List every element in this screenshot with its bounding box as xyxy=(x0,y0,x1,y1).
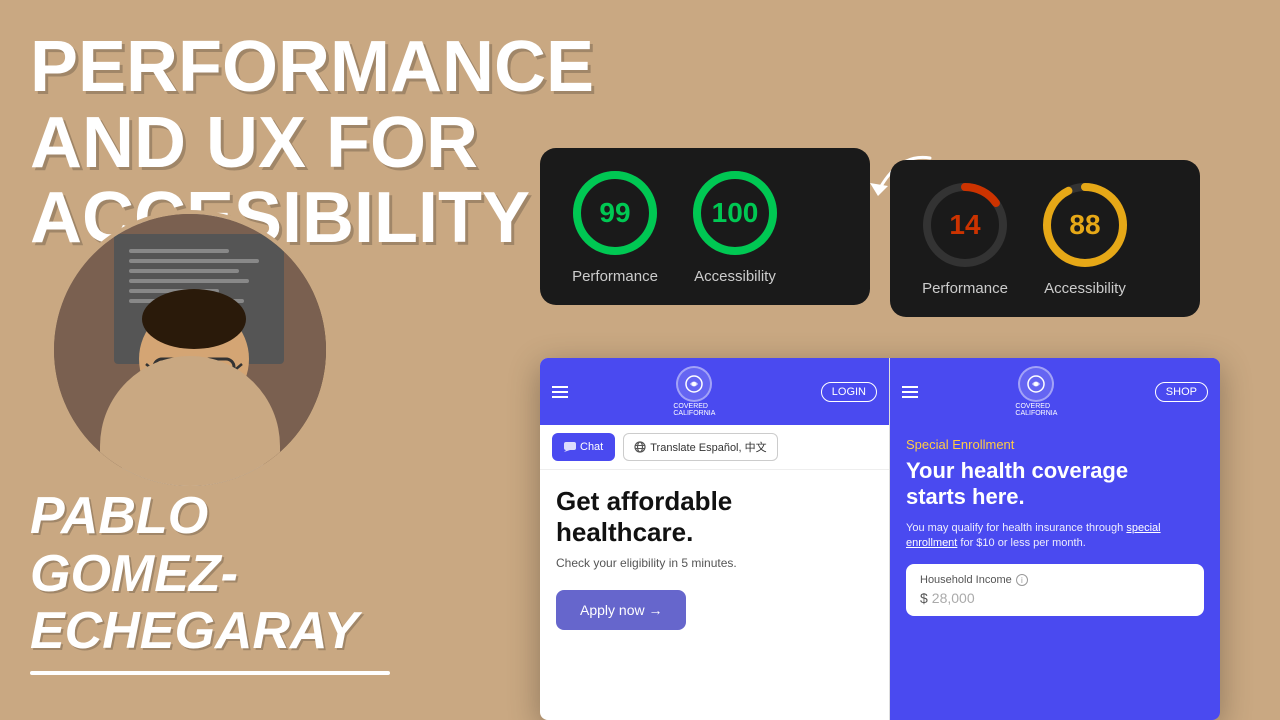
special-enrollment-label: Special Enrollment xyxy=(906,437,1204,452)
performance-label-bad: Performance xyxy=(922,280,1008,297)
mockup-good-nav: COVEREDCALIFORNIA LOGIN xyxy=(540,358,889,425)
mockup-bad-content: Special Enrollment Your health coverage … xyxy=(890,425,1220,720)
logo-circle-good xyxy=(676,366,712,402)
score-card-bad: 14 Performance 88 Accessibility xyxy=(890,160,1200,317)
accessibility-score-bad: 88 Accessibility xyxy=(1040,180,1130,297)
good-headline: Get affordable healthcare. xyxy=(556,486,873,548)
performance-label-good: Performance xyxy=(572,268,658,285)
mockup-bad-nav: COVEREDCALIFORNIA SHOP xyxy=(890,358,1220,425)
mockup-good-toolbar: Chat Translate Español, 中文 xyxy=(540,425,889,470)
translate-button[interactable]: Translate Español, 中文 xyxy=(623,433,777,461)
performance-score-bad: 14 Performance xyxy=(920,180,1010,297)
mockup-bad: COVEREDCALIFORNIA SHOP Special Enrollmen… xyxy=(890,358,1220,720)
income-label: Household Income i xyxy=(920,574,1190,586)
accessibility-number-bad: 88 xyxy=(1069,209,1100,241)
logo-text-good: COVEREDCALIFORNIA xyxy=(673,403,715,417)
hamburger-menu-good[interactable] xyxy=(552,386,568,398)
presenter-name-line1: PABLO xyxy=(30,488,358,545)
income-placeholder: 28,000 xyxy=(932,590,975,606)
covered-ca-logo-bad: COVEREDCALIFORNIA xyxy=(1015,366,1057,417)
performance-circle-bad: 14 xyxy=(920,180,1010,270)
presenter-avatar xyxy=(50,210,330,490)
accessibility-label-good: Accessibility xyxy=(694,268,776,285)
apply-now-button[interactable]: Apply now → xyxy=(556,590,686,630)
performance-number-good: 99 xyxy=(599,197,630,229)
special-enrollment-link[interactable]: special enrollment xyxy=(906,522,1161,549)
hamburger-menu-bad[interactable] xyxy=(902,386,918,398)
performance-circle-good: 99 xyxy=(570,168,660,258)
login-button[interactable]: LOGIN xyxy=(821,382,877,402)
presenter-name-line2: GOMEZ- xyxy=(30,546,358,603)
chat-button[interactable]: Chat xyxy=(552,433,615,461)
svg-text:i: i xyxy=(1021,576,1023,585)
income-box: Household Income i $ 28,000 xyxy=(906,564,1204,616)
accessibility-circle-good: 100 xyxy=(690,168,780,258)
title-line1: PERFORMANCE AND UX FOR xyxy=(30,30,530,181)
presenter-name: PABLO GOMEZ- ECHEGARAY xyxy=(30,488,358,660)
performance-score-good: 99 Performance xyxy=(570,168,660,285)
logo-text-bad: COVEREDCALIFORNIA xyxy=(1015,403,1057,417)
score-card-good: 99 Performance 100 Accessibility xyxy=(540,148,870,305)
bad-headline: Your health coverage starts here. xyxy=(906,458,1204,511)
shop-button[interactable]: SHOP xyxy=(1155,382,1208,402)
mockup-container: COVEREDCALIFORNIA LOGIN Chat Translate E… xyxy=(540,358,1220,720)
covered-ca-logo-good: COVEREDCALIFORNIA xyxy=(673,366,715,417)
accessibility-circle-bad: 88 xyxy=(1040,180,1130,270)
accessibility-score-good: 100 Accessibility xyxy=(690,168,780,285)
good-subtext: Check your eligibility in 5 minutes. xyxy=(556,556,873,570)
translate-label: Translate Español, 中文 xyxy=(650,439,766,455)
mockup-good: COVEREDCALIFORNIA LOGIN Chat Translate E… xyxy=(540,358,890,720)
performance-number-bad: 14 xyxy=(949,209,980,241)
bad-subtext: You may qualify for health insurance thr… xyxy=(906,521,1204,552)
accessibility-number-good: 100 xyxy=(712,197,759,229)
accessibility-label-bad: Accessibility xyxy=(1044,280,1126,297)
name-underline xyxy=(30,671,390,675)
mockup-good-content: Get affordable healthcare. Check your el… xyxy=(540,470,889,720)
presenter-name-line3: ECHEGARAY xyxy=(30,603,358,660)
logo-circle-bad xyxy=(1018,366,1054,402)
chat-label: Chat xyxy=(580,441,603,453)
income-input[interactable]: $ 28,000 xyxy=(920,590,1190,606)
